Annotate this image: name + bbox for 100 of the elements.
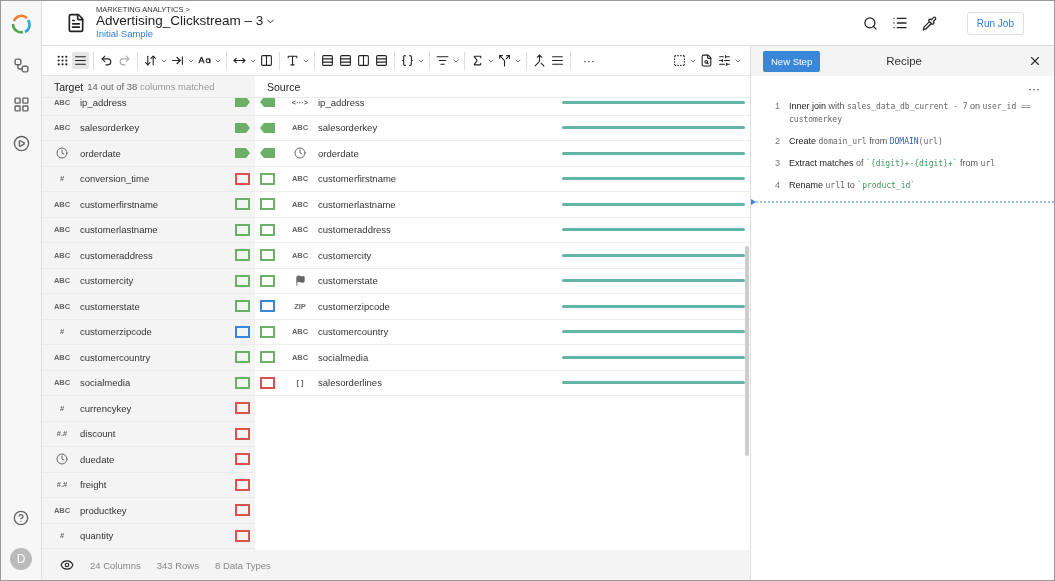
match-checkbox[interactable] — [235, 529, 251, 542]
recipe-step[interactable]: Rename url1 to `product_id` — [789, 179, 916, 193]
column-name: customerlastname — [318, 198, 396, 210]
recipe-step[interactable]: Create domain_url from DOMAIN(url) — [789, 135, 943, 149]
rows-icon — [339, 54, 352, 67]
move-icon — [171, 54, 184, 67]
more-button[interactable]: ··· — [575, 53, 603, 68]
help-icon[interactable] — [13, 510, 29, 526]
match-checkbox[interactable] — [235, 198, 251, 211]
column-name: customeraddress — [80, 249, 154, 261]
match-checkbox[interactable] — [235, 249, 251, 262]
close-icon[interactable] — [1028, 54, 1042, 68]
document-icon — [66, 13, 86, 33]
match-checkbox[interactable] — [260, 376, 276, 389]
join-tag[interactable] — [260, 147, 276, 160]
match-checkbox[interactable] — [235, 223, 251, 236]
rows-button[interactable] — [337, 52, 354, 69]
logo-icon[interactable] — [10, 13, 32, 35]
grid-icon — [56, 54, 69, 67]
match-checkbox[interactable] — [260, 274, 276, 287]
rows-icon — [321, 54, 334, 67]
lookup-icon — [700, 54, 713, 67]
text-icon — [286, 54, 299, 67]
recipe-step[interactable]: Inner join with sales_data_db_current - 7 on user_id == customerkey — [789, 100, 1042, 127]
list-icon[interactable] — [891, 15, 908, 31]
match-checkbox[interactable] — [235, 478, 251, 491]
match-checkbox[interactable] — [260, 172, 276, 185]
match-checkbox[interactable] — [235, 376, 251, 389]
play-circle-icon[interactable] — [12, 135, 30, 152]
column-name: orderdate — [80, 147, 122, 159]
dataset-title[interactable]: Advertising_Clickstream – 3 — [96, 14, 264, 30]
join-tag[interactable] — [235, 147, 251, 160]
eye-icon[interactable] — [60, 558, 74, 572]
more-button[interactable]: ··· — [1028, 82, 1040, 96]
sample-link[interactable]: Initial Sample — [96, 29, 277, 40]
column-name: customercountry — [318, 326, 389, 338]
braces-button[interactable] — [399, 52, 416, 69]
flow-icon[interactable] — [12, 57, 30, 74]
list-view-button[interactable] — [72, 52, 89, 69]
match-checkbox[interactable] — [235, 300, 251, 313]
column-name: customerstate — [80, 300, 141, 312]
column-name: customerfirstname — [80, 198, 160, 210]
column-name: duedate — [80, 453, 116, 465]
column-name: customercity — [318, 249, 372, 261]
match-checkbox[interactable] — [260, 223, 276, 236]
change-type-icon — [144, 54, 157, 67]
match-checkbox[interactable] — [235, 274, 251, 287]
match-checkbox[interactable] — [235, 427, 251, 440]
select-icon — [673, 54, 686, 67]
columns-icon — [357, 54, 370, 67]
match-checkbox[interactable] — [235, 351, 251, 364]
settings-button[interactable] — [716, 52, 733, 69]
match-checkbox[interactable] — [260, 325, 276, 338]
rows-button[interactable] — [319, 52, 336, 69]
column-name: salesorderkey — [318, 122, 378, 134]
match-checkbox[interactable] — [260, 198, 276, 211]
match-checkbox[interactable] — [235, 402, 251, 415]
join-tag[interactable] — [235, 121, 251, 134]
eyedropper-icon[interactable] — [921, 15, 937, 31]
step-number: 2 — [775, 135, 781, 149]
column-name: currencykey — [80, 402, 133, 414]
columns-button[interactable] — [355, 52, 372, 69]
flag-icon — [294, 275, 306, 287]
grid-icon[interactable] — [12, 96, 30, 113]
column-name: customercountry — [80, 351, 152, 363]
match-checkbox[interactable] — [260, 249, 276, 262]
scrollbar-thumb[interactable] — [745, 246, 749, 456]
column-name: socialmedia — [80, 377, 132, 389]
join-icon — [533, 54, 546, 67]
match-checkbox[interactable] — [235, 172, 251, 185]
column-name: customerfirstname — [318, 173, 397, 185]
column-name: salesorderlines — [318, 377, 382, 389]
column-name: salesorderkey — [80, 122, 141, 134]
new-step-button[interactable]: New Step — [763, 50, 821, 72]
join-tag[interactable] — [260, 121, 276, 134]
filter-icon — [436, 54, 449, 67]
branch-button[interactable] — [496, 52, 513, 69]
select-button[interactable] — [671, 52, 688, 69]
merge-columns-icon — [260, 54, 273, 67]
match-checkbox[interactable] — [235, 504, 251, 517]
clock-icon — [294, 147, 306, 160]
match-checkbox[interactable] — [260, 300, 276, 313]
column-name: ip_address — [318, 98, 365, 108]
footer-stat: 8 Data Types — [214, 559, 271, 571]
match-checkbox[interactable] — [235, 453, 251, 466]
match-checkbox[interactable] — [235, 325, 251, 338]
column-name: customerstate — [318, 275, 378, 287]
match-checkbox[interactable] — [260, 351, 276, 364]
run-job-button[interactable]: Run Job — [966, 11, 1024, 35]
rows-button[interactable] — [373, 52, 390, 69]
source-label: Source — [267, 80, 301, 93]
recipe-title: Recipe — [885, 55, 923, 67]
search-icon[interactable] — [862, 15, 878, 31]
recipe-step[interactable]: Extract matches of `{digit}+-{digit}+` from url — [789, 157, 996, 171]
column-name: customerzipcode — [80, 326, 153, 338]
column-name: conversion_time — [80, 173, 151, 185]
column-name: productkey — [80, 504, 128, 516]
merge-columns-button[interactable] — [258, 52, 275, 69]
clock-icon — [56, 147, 68, 160]
column-name: customerzipcode — [318, 300, 390, 312]
